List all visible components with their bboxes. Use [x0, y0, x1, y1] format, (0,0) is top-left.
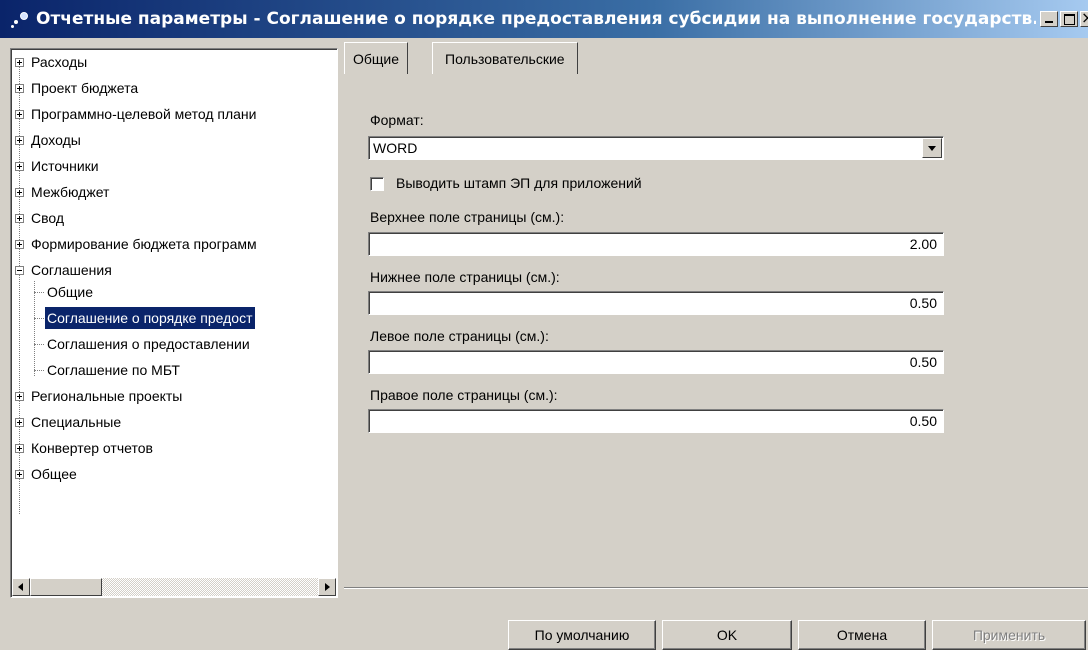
expand-icon[interactable] [15, 110, 24, 119]
format-select[interactable]: WORD [368, 136, 944, 160]
report-tree[interactable]: Расходы Проект бюджета Программно-целево… [10, 48, 338, 598]
expand-icon[interactable] [15, 58, 24, 67]
expand-icon[interactable] [15, 240, 24, 249]
left-margin-field[interactable]: 0.50 [368, 350, 944, 374]
scroll-right-icon[interactable] [318, 578, 336, 596]
stamp-label: Выводить штамп ЭП для приложений [396, 175, 642, 191]
format-value: WORD [373, 140, 418, 156]
expand-icon[interactable] [15, 392, 24, 401]
scroll-thumb[interactable] [30, 578, 102, 596]
expand-icon[interactable] [15, 84, 24, 93]
horizontal-scrollbar[interactable] [12, 578, 336, 596]
expand-icon[interactable] [15, 418, 24, 427]
stamp-checkbox[interactable] [370, 177, 384, 191]
expand-icon[interactable] [15, 444, 24, 453]
apply-button[interactable]: Применить [932, 620, 1086, 650]
collapse-icon[interactable] [15, 266, 24, 275]
window-title: Отчетные параметры - Соглашение о порядк… [36, 9, 1036, 29]
bottom-margin-field[interactable]: 0.50 [368, 291, 944, 315]
bottom-margin-label: Нижнее поле страницы (см.): [370, 269, 560, 285]
cancel-button[interactable]: Отмена [798, 620, 926, 650]
top-margin-label: Верхнее поле страницы (см.): [370, 209, 565, 225]
expand-icon[interactable] [15, 162, 24, 171]
close-button[interactable] [1080, 8, 1088, 27]
scroll-left-icon[interactable] [12, 578, 30, 596]
divider [344, 587, 1088, 589]
minimize-button[interactable] [1040, 11, 1058, 27]
right-margin-field[interactable]: 0.50 [368, 409, 944, 433]
tab-general[interactable]: Общие [344, 42, 409, 74]
expand-icon[interactable] [15, 470, 24, 479]
right-margin-label: Правое поле страницы (см.): [370, 387, 558, 403]
chevron-down-icon[interactable] [922, 138, 942, 158]
app-icon [10, 8, 32, 30]
tab-custom[interactable]: Пользовательские [432, 42, 578, 74]
maximize-button[interactable] [1060, 11, 1078, 27]
format-label: Формат: [370, 112, 424, 128]
expand-icon[interactable] [15, 214, 24, 223]
expand-icon[interactable] [15, 136, 24, 145]
left-margin-label: Левое поле страницы (см.): [370, 328, 549, 344]
expand-icon[interactable] [15, 188, 24, 197]
ok-button[interactable]: OK [662, 620, 792, 650]
title-bar[interactable]: Отчетные параметры - Соглашение о порядк… [0, 0, 1088, 38]
top-margin-field[interactable]: 2.00 [368, 232, 944, 256]
default-button[interactable]: По умолчанию [508, 620, 656, 650]
